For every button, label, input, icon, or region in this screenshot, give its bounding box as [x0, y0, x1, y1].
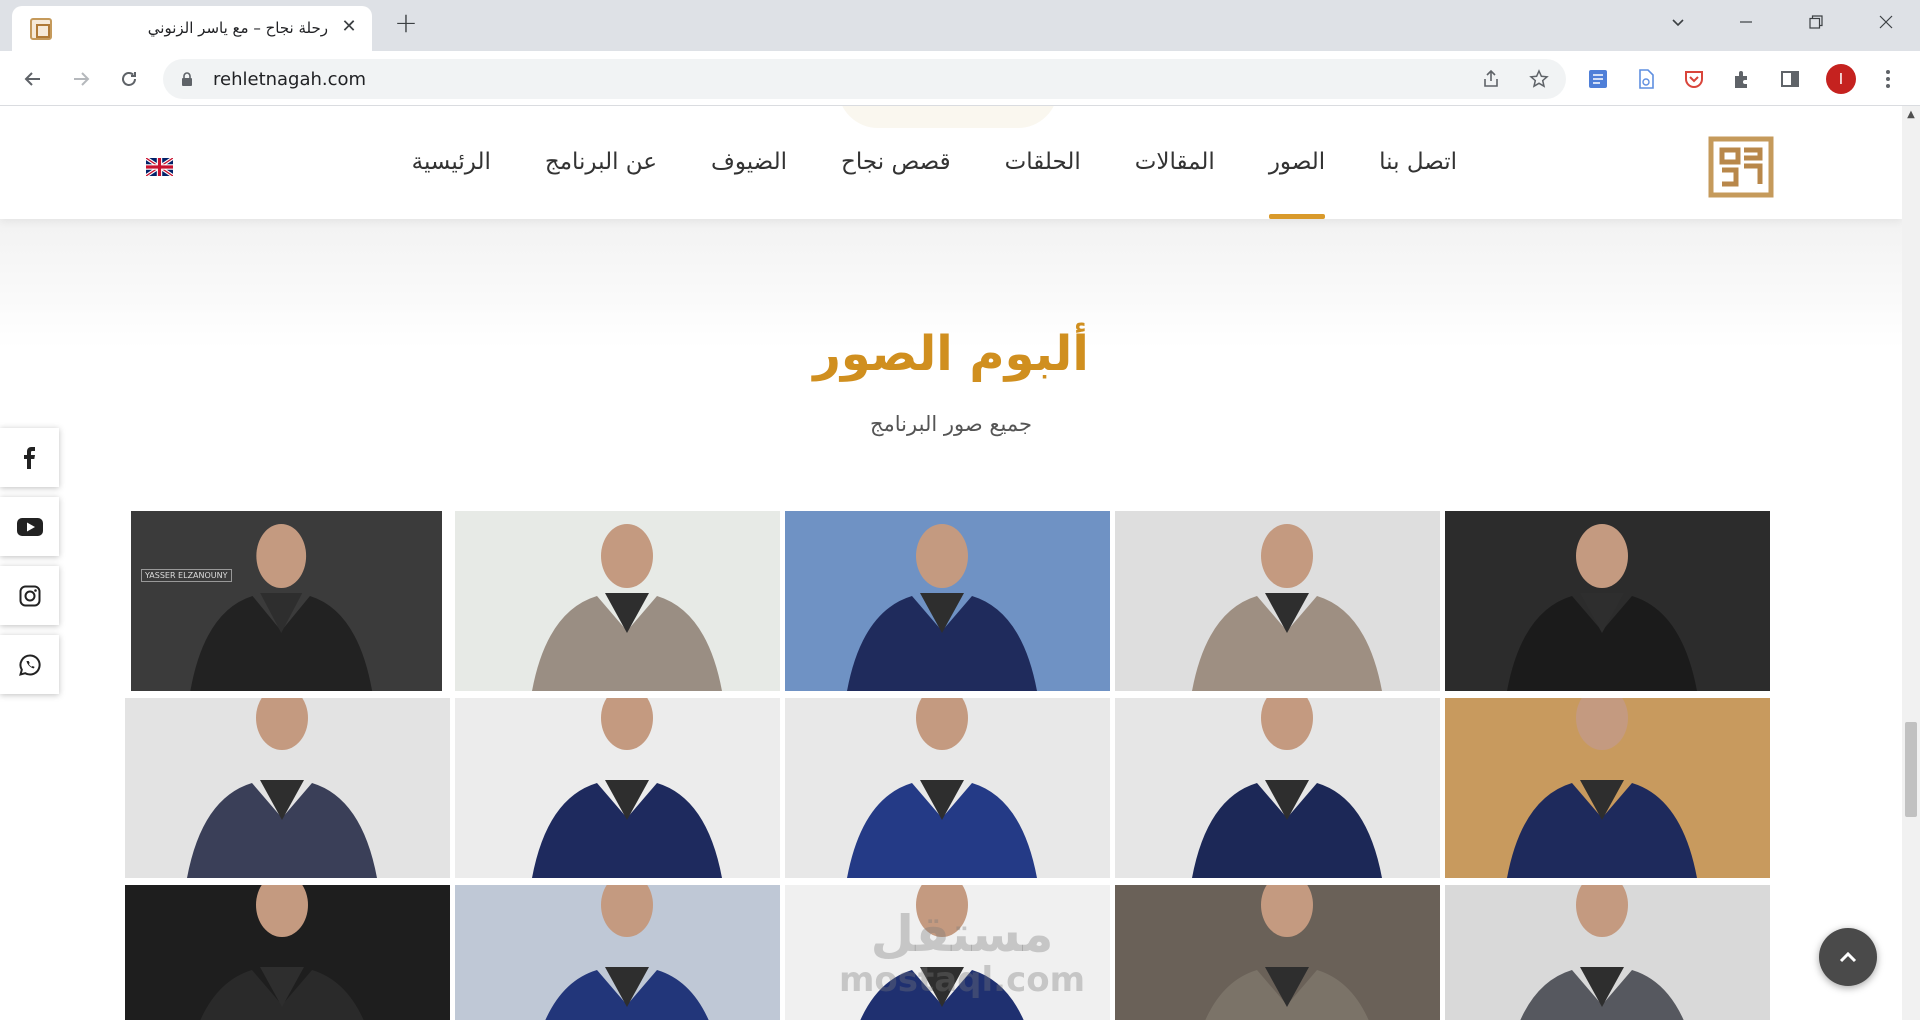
extension-docs-icon[interactable] — [1584, 65, 1612, 93]
arrow-right-icon — [74, 72, 90, 86]
extensions-puzzle-icon[interactable] — [1728, 65, 1756, 93]
forward-button[interactable] — [64, 62, 98, 96]
gallery-photo-portrait-bw-leather[interactable] — [125, 885, 450, 1020]
gallery-photo-full-grey-vest[interactable] — [125, 698, 450, 878]
back-button[interactable] — [16, 62, 50, 96]
main-nav: الرئيسية عن البرنامج الضيوف قصص نجاح الح… — [385, 106, 1484, 219]
gallery-photo-full-navy-gold-bg[interactable] — [1445, 698, 1770, 878]
facebook-icon — [23, 446, 35, 469]
nav-item-home[interactable]: الرئيسية — [385, 106, 518, 219]
photo-caption: YASSER ELZANOUNY — [141, 569, 232, 582]
tab-close-icon[interactable]: ✕ — [338, 16, 360, 38]
whatsapp-icon — [18, 653, 41, 676]
site-header: الرئيسية عن البرنامج الضيوف قصص نجاح الح… — [0, 106, 1902, 219]
browser-tabstrip: رحلة نجاح – مع ياسر الزنوني ✕ + — [0, 0, 1920, 51]
lock-icon — [182, 72, 192, 86]
gallery-photo-navy-suit-closeup[interactable] — [785, 698, 1110, 878]
gallery-photo-full-grey-suit[interactable] — [1445, 885, 1770, 1020]
new-tab-button[interactable]: + — [392, 9, 420, 38]
side-panel-icon[interactable] — [1776, 65, 1804, 93]
extension-pdf-icon[interactable] — [1632, 65, 1660, 93]
nav-item-articles[interactable]: المقالات — [1108, 106, 1242, 219]
gallery-photo-full-navy-hand-pocket[interactable] — [455, 698, 780, 878]
url-text: rehletnagah.com — [213, 69, 367, 90]
english-flag-icon[interactable] — [146, 158, 173, 176]
chevron-down-icon — [1672, 19, 1684, 27]
watermark: مستقل mostaql.com — [832, 906, 1092, 998]
nav-item-episodes[interactable]: الحلقات — [978, 106, 1108, 219]
nav-item-guests[interactable]: الضيوف — [684, 106, 814, 219]
profile-avatar[interactable]: I — [1826, 64, 1856, 94]
site-logo[interactable] — [1708, 136, 1774, 198]
tab-search-button[interactable] — [1658, 8, 1698, 36]
instagram-button[interactable] — [0, 566, 59, 625]
close-window-button[interactable] — [1866, 8, 1906, 36]
site-favicon-icon — [30, 18, 52, 40]
close-icon — [1879, 15, 1893, 29]
restore-button[interactable] — [1796, 8, 1836, 36]
reload-icon — [122, 72, 136, 86]
browser-tab[interactable]: رحلة نجاح – مع ياسر الزنوني ✕ — [12, 6, 372, 51]
gallery-photo-portrait-dark-studio[interactable]: YASSER ELZANOUNY — [131, 511, 442, 691]
nav-item-photos[interactable]: الصور — [1242, 106, 1352, 219]
reload-button[interactable] — [112, 62, 146, 96]
whatsapp-button[interactable] — [0, 635, 59, 694]
gallery-photo-portrait-grey-suit[interactable] — [455, 511, 780, 691]
address-bar[interactable]: rehletnagah.com — [163, 59, 1566, 99]
page-subtitle: جميع صور البرنامج — [869, 412, 1032, 436]
browser-toolbar: rehletnagah.com I — [0, 51, 1920, 106]
back-to-top-button[interactable] — [1819, 928, 1877, 986]
facebook-button[interactable] — [0, 428, 59, 487]
share-icon[interactable] — [1479, 67, 1503, 91]
youtube-icon — [16, 517, 43, 536]
page-viewport: الرئيسية عن البرنامج الضيوف قصص نجاح الح… — [0, 106, 1902, 1020]
scroll-up-arrow-icon[interactable]: ▲ — [1906, 110, 1916, 120]
minimize-icon — [1740, 21, 1752, 23]
minimize-button[interactable] — [1726, 8, 1766, 36]
nav-item-contact[interactable]: اتصل بنا — [1352, 106, 1484, 219]
page-title: ألبوم الصور — [813, 326, 1089, 382]
browser-menu-icon[interactable] — [1876, 64, 1900, 94]
youtube-button[interactable] — [0, 497, 59, 556]
nav-item-about[interactable]: عن البرنامج — [518, 106, 684, 219]
watermark-arabic: مستقل — [870, 905, 1054, 963]
page-scrollbar[interactable]: ▲ — [1902, 106, 1920, 1020]
gallery-photo-full-navy-standing[interactable] — [1115, 698, 1440, 878]
bookmark-star-icon[interactable] — [1527, 67, 1551, 91]
chevron-up-icon — [1839, 951, 1857, 963]
scrollbar-thumb[interactable] — [1905, 722, 1917, 817]
arrow-left-icon — [24, 72, 40, 86]
gallery-photo-portrait-sepia-grey[interactable] — [1115, 885, 1440, 1020]
gallery-photo-portrait-navy-blue-bg[interactable] — [785, 511, 1110, 691]
tab-title: رحلة نجاح – مع ياسر الزنوني — [147, 19, 328, 37]
extension-pocket-icon[interactable] — [1680, 65, 1708, 93]
instagram-icon — [19, 585, 40, 606]
watermark-url: mostaql.com — [838, 960, 1086, 1000]
gallery-photo-navy-suit-blue-bg[interactable] — [455, 885, 780, 1020]
gallery-photo-portrait-grey-suit-watch[interactable] — [1115, 511, 1440, 691]
restore-icon — [1809, 15, 1823, 29]
gallery-photo-portrait-bw-hexagon[interactable] — [1445, 511, 1770, 691]
nav-item-success-stories[interactable]: قصص نجاح — [814, 106, 978, 219]
